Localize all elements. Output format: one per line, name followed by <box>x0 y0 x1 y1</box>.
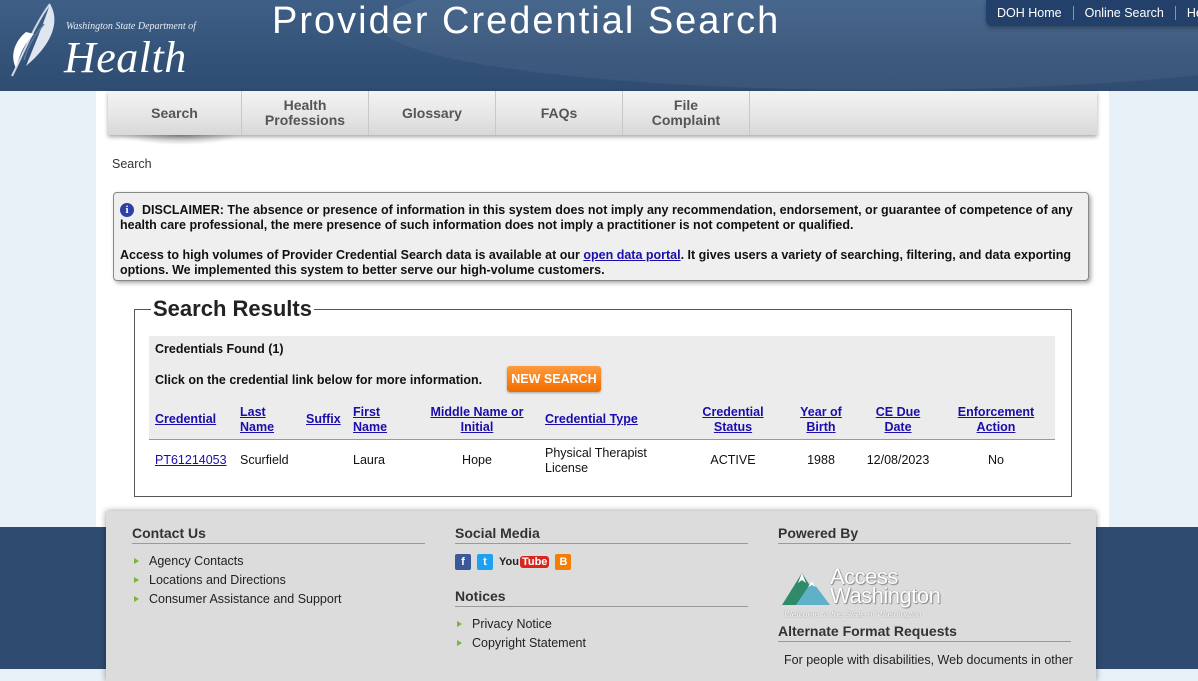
cell-year-of-birth: 1988 <box>807 453 835 467</box>
help-link[interactable]: He <box>1176 6 1198 20</box>
site-header: Washington State Department of Health Pr… <box>0 0 1198 91</box>
tab-faqs[interactable]: FAQs <box>496 91 623 135</box>
results-instruction: Click on the credential link below for m… <box>155 373 483 387</box>
privacy-notice-link[interactable]: Privacy Notice <box>455 615 748 634</box>
col-header-enforcement-action[interactable]: Enforcement Action <box>951 405 1041 435</box>
tab-label: Search <box>151 104 198 121</box>
powered-heading: Powered By <box>778 525 1071 544</box>
tab-label: File Complaint <box>651 97 721 128</box>
page-title: Provider Credential Search <box>272 0 781 42</box>
doh-home-link[interactable]: DOH Home <box>986 6 1074 20</box>
agency-contacts-link[interactable]: Agency Contacts <box>132 552 425 571</box>
feather-icon <box>11 3 55 77</box>
access-washington-logo[interactable]: Access Washington Welcome to the State o… <box>780 563 950 621</box>
doh-logo[interactable]: Washington State Department of Health <box>4 2 196 82</box>
tab-label: Health Professions <box>264 97 346 128</box>
consumer-assistance-link[interactable]: Consumer Assistance and Support <box>132 590 425 609</box>
locations-link[interactable]: Locations and Directions <box>132 571 425 590</box>
table-header-divider <box>149 439 1055 440</box>
twitter-icon[interactable]: t <box>477 554 493 570</box>
youtube-icon[interactable]: You Tube <box>499 556 550 568</box>
col-header-year-of-birth[interactable]: Year of Birth <box>795 405 847 435</box>
disclaimer-text: DISCLAIMER: The absence or presence of i… <box>120 203 1073 232</box>
main-content: Search Health Professions Glossary FAQs … <box>96 91 1109 527</box>
search-results: Search Results Credentials Found (1) Cli… <box>134 296 1072 497</box>
disclaimer-box: i DISCLAIMER: The absence or presence of … <box>113 192 1089 281</box>
powered-section: Powered By Access Washington Welcome to … <box>778 525 1073 681</box>
social-icons: f t You Tube B <box>455 554 748 570</box>
cell-enforcement-action: No <box>988 453 1004 467</box>
tab-file-complaint[interactable]: File Complaint <box>623 91 750 135</box>
tab-health-professions[interactable]: Health Professions <box>242 91 369 135</box>
access-washington-tagline: Welcome to the State of Washington <box>784 609 922 619</box>
logo-health-text: Health <box>64 33 187 82</box>
credential-link[interactable]: PT61214053 <box>155 453 227 467</box>
copyright-link[interactable]: Copyright Statement <box>455 634 748 653</box>
alternate-format-text: For people with disabilities, Web docume… <box>784 653 1073 667</box>
social-heading: Social Media <box>455 525 748 544</box>
tab-label: FAQs <box>540 104 578 121</box>
col-header-suffix[interactable]: Suffix <box>306 412 341 427</box>
col-header-credential[interactable]: Credential <box>155 412 216 427</box>
cell-first-name: Laura <box>353 453 385 467</box>
cell-status: ACTIVE <box>710 453 756 467</box>
notices-heading: Notices <box>455 588 748 607</box>
cell-credential: PT61214053 <box>155 453 227 468</box>
social-section: Social Media f t You Tube B Notices Priva… <box>455 525 748 653</box>
credentials-found: Credentials Found (1) <box>155 342 284 356</box>
site-footer: Contact Us Agency Contacts Locations and… <box>106 511 1096 681</box>
blogger-icon[interactable]: B <box>555 554 572 570</box>
mountain-icon <box>782 573 830 605</box>
info-icon: i <box>120 203 134 217</box>
tab-glossary[interactable]: Glossary <box>369 91 496 135</box>
access-washington-text: Access Washington <box>830 564 941 608</box>
cell-middle-name: Hope <box>462 453 492 467</box>
active-tab-shadow <box>122 135 240 145</box>
breadcrumb: Search <box>112 157 152 171</box>
contact-section: Contact Us Agency Contacts Locations and… <box>132 525 425 609</box>
facebook-icon[interactable]: f <box>455 554 471 570</box>
alternate-format-heading: Alternate Format Requests <box>778 623 1071 642</box>
open-data-portal-link[interactable]: open data portal <box>583 248 680 262</box>
col-header-ce-due-date[interactable]: CE Due Date <box>867 405 929 435</box>
results-heading: Search Results <box>151 296 314 322</box>
cell-credential-type: Physical Therapist License <box>545 446 647 475</box>
cell-last-name: Scurfield <box>240 453 289 467</box>
open-data-text: Access to high volumes of Provider Crede… <box>120 248 584 262</box>
col-header-first-name[interactable]: First Name <box>353 405 387 435</box>
col-header-credential-status[interactable]: Credential Status <box>697 405 769 435</box>
col-header-middle-name[interactable]: Middle Name or Initial <box>429 405 525 435</box>
cell-ce-due-date: 12/08/2023 <box>866 453 930 467</box>
col-header-last-name[interactable]: Last Name <box>240 405 274 435</box>
logo-dept-text: Washington State Department of <box>66 21 196 32</box>
tab-search[interactable]: Search <box>108 91 242 135</box>
results-panel: Credentials Found (1) Click on the crede… <box>149 336 1055 486</box>
main-nav: Search Health Professions Glossary FAQs … <box>108 91 1097 135</box>
top-links: DOH Home Online Search He <box>986 0 1198 26</box>
tab-label: Glossary <box>402 104 462 121</box>
new-search-button[interactable]: NEW SEARCH <box>507 366 601 392</box>
col-header-credential-type[interactable]: Credential Type <box>545 412 638 427</box>
online-search-link[interactable]: Online Search <box>1074 6 1176 20</box>
contact-heading: Contact Us <box>132 525 425 544</box>
